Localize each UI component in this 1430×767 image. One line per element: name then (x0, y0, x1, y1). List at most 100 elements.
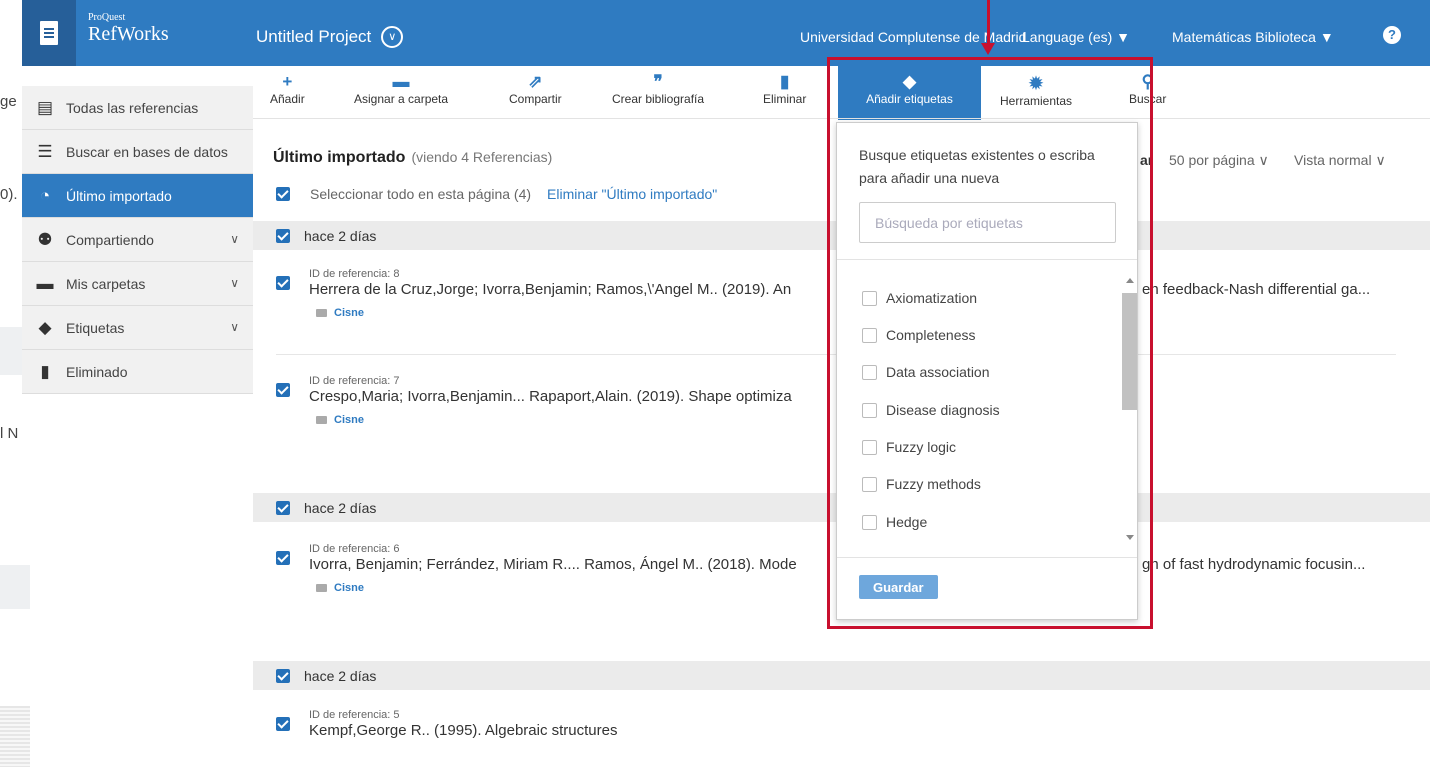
reference-citation-tail[interactable]: en feedback-Nash differential ga... (1142, 281, 1370, 298)
sidebar-item-sharing[interactable]: ⚉ Compartiendo ∨ (22, 218, 253, 262)
scroll-down-icon[interactable] (1126, 535, 1134, 540)
reference-id: ID de referencia: 6 (309, 543, 400, 555)
tool-label: Crear bibliografía (612, 92, 705, 106)
view-select[interactable]: Vista normal ∨ (1294, 152, 1386, 169)
tool-label: Compartir (509, 92, 562, 106)
tag-checkbox[interactable] (862, 290, 877, 306)
tag-search-input[interactable] (859, 202, 1116, 243)
tag-icon: ◆ (902, 72, 917, 91)
tools-button[interactable]: ✹ Herramientas (1000, 74, 1072, 108)
tag-option[interactable]: Axiomatization (862, 290, 977, 306)
reference-checkbox[interactable] (276, 383, 290, 397)
tag-checkbox[interactable] (862, 476, 877, 492)
folder-icon (316, 309, 327, 317)
sidebar-item-last-imported[interactable]: ◔ Último importado (22, 174, 253, 218)
share-button[interactable]: ⇗ Compartir (509, 72, 562, 106)
search-icon: ⚲ (1141, 72, 1154, 91)
tag-checkbox[interactable] (862, 439, 877, 455)
document-logo-icon (40, 21, 58, 45)
help-icon[interactable]: ? (1383, 26, 1401, 44)
group-checkbox[interactable] (276, 500, 290, 515)
tag-option[interactable]: Completeness (862, 327, 976, 343)
tool-label: Buscar (1129, 92, 1167, 106)
group-label: hace 2 días (304, 667, 377, 684)
sidebar-item-tags[interactable]: ◆ Etiquetas ∨ (22, 306, 253, 350)
sidebar-item-label: Eliminado (66, 363, 128, 380)
save-button[interactable]: Guardar (859, 575, 938, 599)
project-selector[interactable]: Untitled Project ∨ (256, 26, 404, 48)
sort-control[interactable]: ar (1140, 152, 1153, 168)
sidebar-item-label: Mis carpetas (66, 275, 146, 292)
per-page-select[interactable]: 50 por página ∨ (1169, 152, 1269, 169)
folder-icon: ▬ (392, 72, 410, 91)
add-tags-button[interactable]: ◆ Añadir etiquetas (838, 66, 981, 120)
reference-folder[interactable]: Cisne (316, 307, 364, 319)
chevron-down-icon[interactable]: ∨ (230, 232, 239, 246)
sidebar: ▤ Todas las referencias ☰ Buscar en base… (22, 86, 253, 394)
reference-citation-tail[interactable]: gn of fast hydrodynamic focusin... (1142, 556, 1365, 573)
background-text: 0). (0, 186, 18, 203)
top-bar: ProQuest RefWorks Untitled Project ∨ Uni… (22, 0, 1430, 66)
sidebar-item-label: Compartiendo (66, 231, 154, 248)
tool-label: Herramientas (1000, 94, 1073, 108)
tag-option[interactable]: Fuzzy methods (862, 476, 981, 492)
reference-citation[interactable]: Ivorra, Benjamin; Ferrández, Miriam R...… (309, 556, 797, 573)
tag-label: Fuzzy methods (886, 476, 981, 492)
sidebar-item-label: Etiquetas (66, 319, 125, 336)
document-icon: ▤ (36, 97, 54, 117)
tool-label: Añadir (270, 92, 305, 106)
sidebar-item-my-folders[interactable]: ▬ Mis carpetas ∨ (22, 262, 253, 306)
reference-citation[interactable]: Herrera de la Cruz,Jorge; Ivorra,Benjami… (309, 281, 791, 298)
tag-option[interactable]: Data association (862, 364, 990, 380)
group-checkbox[interactable] (276, 228, 290, 243)
tag-label: Hedge (886, 514, 928, 530)
language-menu[interactable]: Language (es) ▼ (1022, 29, 1130, 45)
group-checkbox[interactable] (276, 668, 290, 683)
background-text: ge (0, 93, 17, 110)
tag-checkbox[interactable] (862, 402, 877, 418)
tag-checkbox[interactable] (862, 327, 877, 343)
sidebar-item-search-databases[interactable]: ☰ Buscar en bases de datos (22, 130, 253, 174)
tag-option[interactable]: Hedge (862, 514, 927, 530)
assign-folder-button[interactable]: ▬ Asignar a carpeta (354, 72, 448, 106)
chevron-down-icon[interactable]: ∨ (230, 276, 239, 290)
library-menu[interactable]: Matemáticas Biblioteca ▼ (1172, 29, 1334, 45)
tag-checkbox[interactable] (862, 364, 877, 380)
tag-checkbox[interactable] (862, 514, 877, 530)
add-button[interactable]: + Añadir (270, 72, 305, 106)
divider (837, 557, 1137, 558)
reference-checkbox[interactable] (276, 551, 290, 565)
delete-last-imported-link[interactable]: Eliminar "Último importado" (547, 186, 717, 202)
reference-citation[interactable]: Crespo,Maria; Ivorra,Benjamin... Rapapor… (309, 388, 792, 405)
reference-id: ID de referencia: 5 (309, 709, 400, 721)
create-bibliography-button[interactable]: ❞ Crear bibliografía (612, 72, 704, 106)
scrollbar-thumb[interactable] (1122, 293, 1137, 410)
reference-folder[interactable]: Cisne (316, 414, 364, 426)
search-button[interactable]: ⚲ Buscar (1129, 72, 1166, 106)
scroll-up-icon[interactable] (1126, 278, 1134, 283)
delete-button[interactable]: ▮ Eliminar (763, 72, 806, 106)
background-text: l N (0, 425, 19, 442)
background-gradient (0, 706, 30, 767)
sidebar-item-deleted[interactable]: ▮ Eliminado (22, 350, 253, 394)
select-all-checkbox[interactable] (276, 187, 290, 201)
results-count: (viendo 4 Referencias) (411, 149, 553, 165)
reference-row[interactable]: ID de referencia: 5 Kempf,George R.. (19… (276, 709, 1406, 749)
tag-option[interactable]: Disease diagnosis (862, 402, 1000, 418)
logo-box[interactable] (22, 0, 76, 66)
users-icon: ⚉ (37, 229, 53, 249)
reference-id: ID de referencia: 8 (309, 268, 400, 280)
share-icon: ⇗ (528, 72, 543, 91)
reference-citation[interactable]: Kempf,George R.. (1995). Algebraic struc… (309, 722, 617, 739)
reference-folder[interactable]: Cisne (316, 582, 364, 594)
sidebar-item-all-references[interactable]: ▤ Todas las referencias (22, 86, 253, 130)
chevron-down-icon[interactable]: ∨ (230, 320, 239, 334)
date-group-header: hace 2 días (253, 661, 1430, 690)
plus-icon: + (282, 72, 293, 91)
chevron-down-icon[interactable]: ∨ (381, 26, 404, 48)
reference-checkbox[interactable] (276, 276, 290, 290)
tag-option[interactable]: Fuzzy logic (862, 439, 956, 455)
folder-label: Cisne (334, 307, 364, 319)
reference-checkbox[interactable] (276, 717, 290, 731)
group-label: hace 2 días (304, 499, 377, 516)
